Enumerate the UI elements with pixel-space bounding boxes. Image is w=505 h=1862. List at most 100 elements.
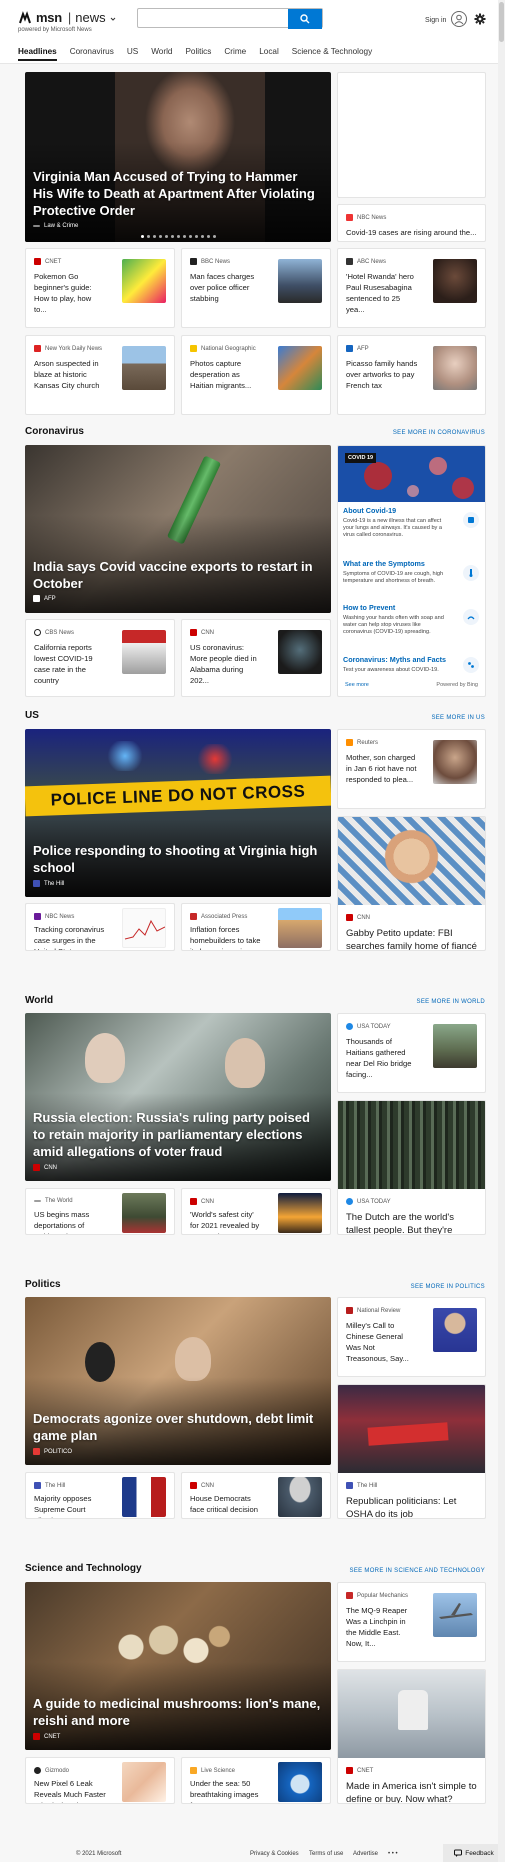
card-headline[interactable]: New Pixel 6 Leak Reveals Much Faster Wir… — [34, 1778, 106, 1803]
card-headline[interactable]: Arson suspected in blaze at historic Kan… — [34, 358, 106, 391]
hero-headline[interactable]: India says Covid vaccine exports to rest… — [33, 558, 321, 592]
covid-topic-prevent[interactable]: How to Prevent Washing your hands often … — [343, 603, 481, 637]
hero-headline[interactable]: Virginia Man Accused of Trying to Hammer… — [33, 168, 321, 219]
hero-headline[interactable]: Police responding to shooting at Virgini… — [33, 842, 321, 876]
world-hero-card[interactable]: Russia election: Russia's ruling party p… — [25, 1013, 331, 1181]
card-headline[interactable]: 'World's safest city' for 2021 revealed … — [190, 1209, 262, 1234]
news-card[interactable]: CNN 'World's safest city' for 2021 revea… — [181, 1188, 331, 1235]
card-headline[interactable]: US begins mass deportations of Haitian m… — [34, 1209, 106, 1234]
card-headline[interactable]: 'Hotel Rwanda' hero Paul Rusesabagina se… — [346, 271, 418, 315]
see-more-link[interactable]: See more — [345, 682, 369, 688]
news-card[interactable]: The World US begins mass deportations of… — [25, 1188, 175, 1235]
topic-heading[interactable]: How to Prevent — [343, 603, 481, 612]
card-headline[interactable]: The Dutch are the world's tallest people… — [346, 1211, 477, 1234]
news-card-tall[interactable]: CNN Gabby Petito update: FBI searches fa… — [337, 816, 486, 951]
news-card[interactable]: National Review Milley's Call to Chinese… — [337, 1297, 486, 1377]
user-avatar-icon[interactable] — [451, 11, 467, 27]
search-box[interactable] — [137, 8, 323, 29]
news-card[interactable]: CBS News California reports lowest COVID… — [25, 619, 175, 697]
feedback-button[interactable]: Feedback — [443, 1844, 505, 1862]
see-more-us-link[interactable]: SEE MORE IN US — [431, 715, 485, 721]
news-card[interactable]: CNN House Democrats face critical decisi… — [181, 1472, 331, 1519]
see-more-coronavirus-link[interactable]: SEE MORE IN CORONAVIRUS — [393, 430, 485, 436]
news-card[interactable]: NBC News Tracking coronavirus case surge… — [25, 903, 175, 951]
coronavirus-hero-card[interactable]: India says Covid vaccine exports to rest… — [25, 445, 331, 613]
card-headline[interactable]: The MQ-9 Reaper Was a Linchpin in the Mi… — [346, 1605, 418, 1649]
card-headline[interactable]: Man faces charges over police officer st… — [190, 271, 262, 304]
news-card[interactable]: CNET Pokemon Go beginner's guide: How to… — [25, 248, 175, 328]
card-headline[interactable]: Pokemon Go beginner's guide: How to play… — [34, 271, 106, 315]
advertise-link[interactable]: Advertise — [353, 1851, 378, 1857]
news-card[interactable]: New York Daily News Arson suspected in b… — [25, 335, 175, 415]
section-title-world[interactable]: World — [25, 995, 53, 1006]
news-card[interactable]: Popular Mechanics The MQ-9 Reaper Was a … — [337, 1582, 486, 1662]
news-card-tall[interactable]: The Hill Republican politicians: Let OSH… — [337, 1384, 486, 1519]
card-headline[interactable]: Majority opposes Supreme Court allowing … — [34, 1493, 106, 1518]
hero-headline[interactable]: Democrats agonize over shutdown, debt li… — [33, 1410, 321, 1444]
politics-hero-card[interactable]: Democrats agonize over shutdown, debt li… — [25, 1297, 331, 1465]
page-scrollbar[interactable] — [498, 0, 505, 1862]
tab-politics[interactable]: Politics — [185, 47, 211, 61]
card-headline[interactable]: House Democrats face critical decision a… — [190, 1493, 262, 1518]
card-headline[interactable]: Republican politicians: Let OSHA do its … — [346, 1495, 477, 1518]
hero-headline[interactable]: Russia election: Russia's ruling party p… — [33, 1109, 321, 1160]
card-headline[interactable]: US coronavirus: More people died in Alab… — [190, 642, 262, 686]
see-more-science-link[interactable]: SEE MORE IN SCIENCE AND TECHNOLOGY — [350, 1568, 485, 1574]
section-title-coronavirus[interactable]: Coronavirus — [25, 426, 84, 437]
tab-world[interactable]: World — [151, 47, 172, 61]
card-headline[interactable]: Photos capture desperation as Haitian mi… — [190, 358, 262, 391]
hero-headline[interactable]: A guide to medicinal mushrooms: lion's m… — [33, 1695, 321, 1729]
news-card[interactable]: The Hill Majority opposes Supreme Court … — [25, 1472, 175, 1519]
news-card[interactable]: AFP Picasso family hands over artworks t… — [337, 335, 486, 415]
section-title-politics[interactable]: Politics — [25, 1279, 61, 1290]
news-card[interactable]: BBC News Man faces charges over police o… — [181, 248, 331, 328]
card-headline[interactable]: Inflation forces homebuilders to take it… — [190, 924, 262, 950]
topic-heading[interactable]: Coronavirus: Myths and Facts — [343, 655, 481, 664]
card-headline[interactable]: Picasso family hands over artworks to pa… — [346, 358, 418, 391]
top-hero-card[interactable]: Virginia Man Accused of Trying to Hammer… — [25, 72, 331, 242]
privacy-link[interactable]: Privacy & Cookies — [250, 1851, 299, 1857]
card-headline[interactable]: California reports lowest COVID-19 case … — [34, 642, 106, 686]
news-card[interactable]: NBC News Covid-19 cases are rising aroun… — [337, 204, 486, 242]
topic-heading[interactable]: What are the Symptoms — [343, 559, 481, 568]
card-headline[interactable]: Under the sea: 50 breathtaking images fr… — [190, 1778, 262, 1803]
section-name[interactable]: news — [75, 10, 105, 25]
scrollbar-thumb[interactable] — [499, 2, 504, 42]
card-headline[interactable]: Tracking coronavirus case surges in the … — [34, 924, 106, 950]
tab-headlines[interactable]: Headlines — [18, 47, 57, 61]
more-links-button[interactable]: • • • — [388, 1851, 398, 1857]
tab-us[interactable]: US — [127, 47, 138, 61]
tab-crime[interactable]: Crime — [224, 47, 246, 61]
tab-local[interactable]: Local — [259, 47, 279, 61]
news-card[interactable]: ABC News 'Hotel Rwanda' hero Paul Rusesa… — [337, 248, 486, 328]
card-headline[interactable]: Thousands of Haitians gathered near Del … — [346, 1036, 418, 1080]
covid-topic-symptoms[interactable]: What are the Symptoms Symptoms of COVID-… — [343, 559, 481, 585]
science-hero-card[interactable]: A guide to medicinal mushrooms: lion's m… — [25, 1582, 331, 1750]
chevron-down-icon[interactable] — [110, 16, 116, 22]
sign-in-link[interactable]: Sign in — [425, 17, 446, 24]
news-card[interactable]: Gizmodo New Pixel 6 Leak Reveals Much Fa… — [25, 1757, 175, 1804]
see-more-politics-link[interactable]: SEE MORE IN POLITICS — [411, 1284, 485, 1290]
covid-topic-about[interactable]: About Covid-19 Covid-19 is a new illness… — [343, 506, 481, 540]
section-title-science-technology[interactable]: Science and Technology — [25, 1563, 142, 1574]
news-card[interactable]: Associated Press Inflation forces homebu… — [181, 903, 331, 951]
search-button[interactable] — [288, 9, 322, 29]
topic-heading[interactable]: About Covid-19 — [343, 506, 481, 515]
carousel-dots[interactable] — [141, 235, 216, 238]
news-card[interactable]: USA TODAY Thousands of Haitians gathered… — [337, 1013, 486, 1093]
search-input[interactable] — [138, 10, 288, 29]
gear-icon[interactable] — [474, 13, 486, 25]
section-title-us[interactable]: US — [25, 710, 39, 721]
tab-coronavirus[interactable]: Coronavirus — [70, 47, 114, 61]
news-card[interactable]: Reuters Mother, son charged in Jan 6 rio… — [337, 729, 486, 809]
news-card-tall[interactable]: USA TODAY The Dutch are the world's tall… — [337, 1100, 486, 1235]
tab-science-technology[interactable]: Science & Technology — [292, 47, 372, 61]
msn-logo[interactable]: msn | news — [18, 10, 116, 25]
see-more-world-link[interactable]: SEE MORE IN WORLD — [417, 999, 485, 1005]
news-card[interactable]: Live Science Under the sea: 50 breathtak… — [181, 1757, 331, 1804]
us-hero-card[interactable]: POLICE LINE DO NOT CROSS Police respondi… — [25, 729, 331, 897]
card-headline[interactable]: Gabby Petito update: FBI searches family… — [346, 927, 477, 950]
news-card[interactable]: CNN US coronavirus: More people died in … — [181, 619, 331, 697]
covid-topic-myths[interactable]: Coronavirus: Myths and Facts Test your a… — [343, 655, 481, 674]
terms-link[interactable]: Terms of use — [309, 1851, 343, 1857]
